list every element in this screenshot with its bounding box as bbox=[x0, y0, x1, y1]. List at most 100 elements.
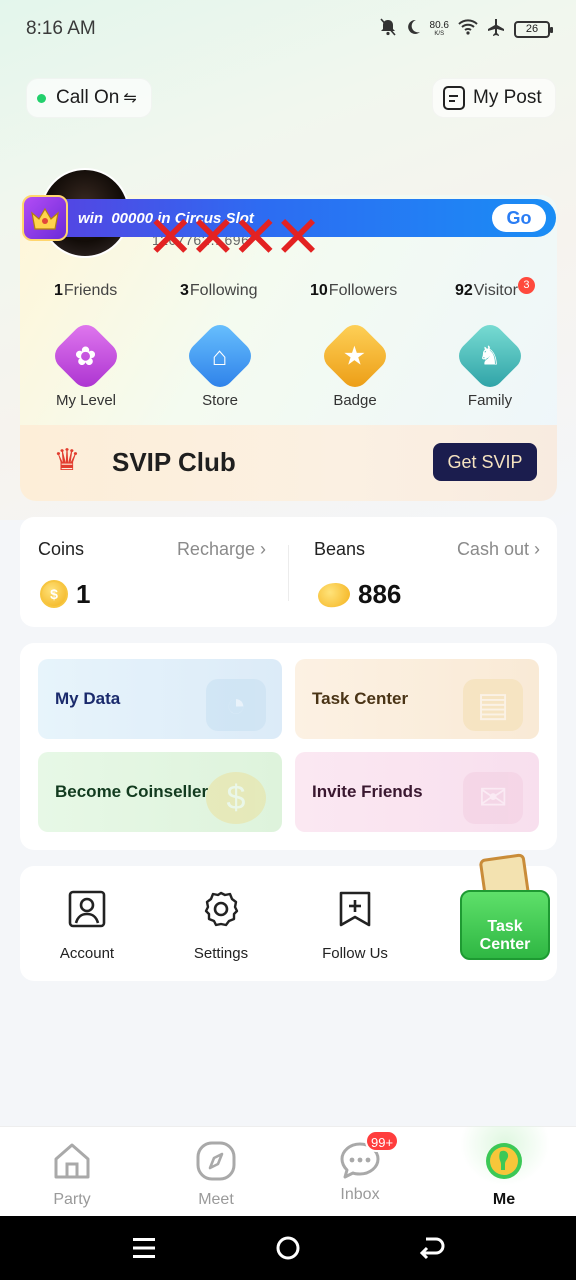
mute-icon bbox=[379, 18, 396, 40]
menu-icon[interactable] bbox=[128, 1232, 160, 1264]
svip-title: SVIP Club bbox=[112, 447, 236, 477]
svip-crest-icon: ♛ bbox=[53, 444, 81, 477]
home-icon[interactable] bbox=[272, 1232, 304, 1264]
online-dot-icon bbox=[37, 93, 46, 103]
stat-following-value: 3 bbox=[180, 282, 189, 299]
stat-visitor-label: Visitor bbox=[473, 282, 518, 299]
stat-following-label: Following bbox=[189, 282, 258, 299]
tile-invite-friends-label: Invite Friends bbox=[312, 782, 423, 801]
badge-icon: ★ bbox=[318, 319, 392, 393]
tile-become-coinseller-label: Become Coinseller bbox=[55, 782, 209, 801]
feature-row: ✿ My Level ⌂ Store ★ Badge ♞ Family bbox=[20, 319, 557, 412]
beans-label: Beans bbox=[314, 539, 366, 559]
meet-icon bbox=[196, 1141, 236, 1181]
follow-us-button[interactable]: Follow Us bbox=[300, 890, 410, 962]
battery-level: 26 bbox=[525, 22, 539, 35]
tab-inbox-label: Inbox bbox=[340, 1186, 380, 1203]
tab-inbox[interactable]: 99+ Inbox bbox=[310, 1130, 410, 1204]
post-icon bbox=[443, 86, 465, 110]
moon-icon bbox=[405, 19, 421, 39]
tab-me-label: Me bbox=[492, 1191, 516, 1208]
feature-badge[interactable]: ★ Badge bbox=[300, 319, 410, 409]
stat-visitor-value: 92 bbox=[455, 282, 473, 299]
bean-icon bbox=[315, 579, 353, 611]
tile-invite-friends[interactable]: Invite Friends ✉ bbox=[295, 752, 539, 832]
net-speed-value: 80.6 bbox=[429, 19, 449, 31]
stat-friends[interactable]: 1Friends bbox=[54, 282, 117, 300]
task-center-promo[interactable]: Task Center bbox=[458, 853, 552, 968]
account-label: Account bbox=[59, 945, 115, 962]
feature-family[interactable]: ♞ Family bbox=[435, 319, 545, 409]
feature-my-level[interactable]: ✿ My Level bbox=[31, 319, 141, 409]
tab-me[interactable]: Me bbox=[454, 1140, 554, 1209]
stat-followers[interactable]: 10Followers bbox=[310, 282, 397, 300]
settings-button[interactable]: Settings bbox=[166, 890, 276, 962]
inbox-badge: 99+ bbox=[365, 1130, 400, 1152]
coins-value: 1 bbox=[76, 579, 91, 609]
tile-task-center-label: Task Center bbox=[312, 689, 409, 708]
chevron-right-icon: › bbox=[534, 539, 540, 559]
stat-followers-value: 10 bbox=[310, 282, 328, 299]
feature-family-label: Family bbox=[467, 392, 513, 409]
stat-visitor[interactable]: 92Visitor 3 bbox=[455, 277, 535, 301]
call-on-label: Call On bbox=[56, 87, 120, 108]
feature-my-level-label: My Level bbox=[55, 392, 117, 409]
inbox-icon-wrap: 99+ bbox=[339, 1130, 400, 1182]
svip-club-bar[interactable]: ♛ SVIP Club Get SVIP bbox=[20, 425, 557, 501]
chevron-right-icon: › bbox=[260, 539, 266, 559]
feature-store[interactable]: ⌂ Store bbox=[165, 319, 275, 409]
status-time: 8:16 AM bbox=[26, 18, 96, 39]
cash-out-link[interactable]: Cash out › bbox=[457, 539, 540, 560]
follow-us-label: Follow Us bbox=[322, 945, 388, 962]
airplane-icon bbox=[487, 18, 505, 40]
cash-out-label: Cash out bbox=[456, 539, 529, 559]
wallet-card: Coins Recharge › $ 1 Beans Cash out › 88… bbox=[20, 517, 557, 627]
level-icon: ✿ bbox=[49, 319, 123, 393]
beans-value: 886 bbox=[358, 579, 402, 609]
tab-party[interactable]: Party bbox=[22, 1140, 122, 1209]
beans-section: Beans Cash out › 886 bbox=[288, 517, 556, 627]
tab-meet-label: Meet bbox=[198, 1191, 234, 1208]
stat-following[interactable]: 3Following bbox=[180, 282, 258, 300]
account-button[interactable]: Account bbox=[32, 890, 142, 962]
recharge-link[interactable]: Recharge › bbox=[177, 539, 266, 560]
net-speed: 80.6 K/S bbox=[429, 19, 449, 38]
crown-icon bbox=[22, 195, 68, 241]
tile-task-center[interactable]: Task Center ▤ bbox=[295, 659, 539, 739]
task-promo-line1: Task bbox=[487, 918, 523, 935]
visitor-badge: 3 bbox=[517, 277, 535, 294]
wifi-icon bbox=[458, 19, 478, 39]
quick-actions: Account Settings Follow Us Task Center bbox=[20, 853, 557, 981]
pie-chart-icon: ◔ bbox=[206, 679, 266, 731]
settings-icon bbox=[204, 891, 239, 927]
my-post-button[interactable]: My Post bbox=[432, 78, 556, 118]
party-icon bbox=[54, 1143, 90, 1179]
follow-us-icon bbox=[339, 891, 371, 927]
feature-badge-label: Badge bbox=[333, 392, 377, 409]
recharge-label: Recharge bbox=[176, 539, 255, 559]
account-icon bbox=[68, 890, 106, 928]
task-promo-line2: Center bbox=[479, 936, 531, 953]
stat-friends-label: Friends bbox=[63, 282, 118, 299]
family-icon: ♞ bbox=[453, 319, 527, 393]
my-post-label: My Post bbox=[473, 87, 542, 108]
battery-icon: 26 bbox=[514, 20, 553, 38]
banner-go-button[interactable]: Go bbox=[492, 204, 546, 232]
tab-party-label: Party bbox=[53, 1191, 91, 1208]
tab-meet[interactable]: Meet bbox=[166, 1140, 266, 1209]
status-icons: 80.6 K/S 26 bbox=[379, 18, 553, 40]
me-icon bbox=[486, 1143, 522, 1179]
back-icon[interactable] bbox=[416, 1232, 448, 1264]
tile-become-coinseller[interactable]: Become Coinseller $ bbox=[38, 752, 282, 832]
coins-label: Coins bbox=[38, 539, 85, 559]
tile-my-data[interactable]: My Data ◔ bbox=[38, 659, 282, 739]
store-icon: ⌂ bbox=[183, 319, 257, 393]
status-bar: 8:16 AM 80.6 K/S 26 bbox=[0, 0, 576, 58]
system-nav-bar bbox=[0, 1216, 576, 1280]
call-on-toggle[interactable]: Call On ⇋ bbox=[26, 78, 152, 118]
coin-icon: $ bbox=[206, 772, 266, 824]
shortcut-grid: My Data ◔ Task Center ▤ Become Coinselle… bbox=[20, 643, 557, 850]
get-svip-button[interactable]: Get SVIP bbox=[433, 443, 537, 481]
profile-stats: 1Friends 3Following 10Followers 92Visito… bbox=[20, 277, 557, 308]
coin-icon: $ bbox=[40, 580, 68, 608]
